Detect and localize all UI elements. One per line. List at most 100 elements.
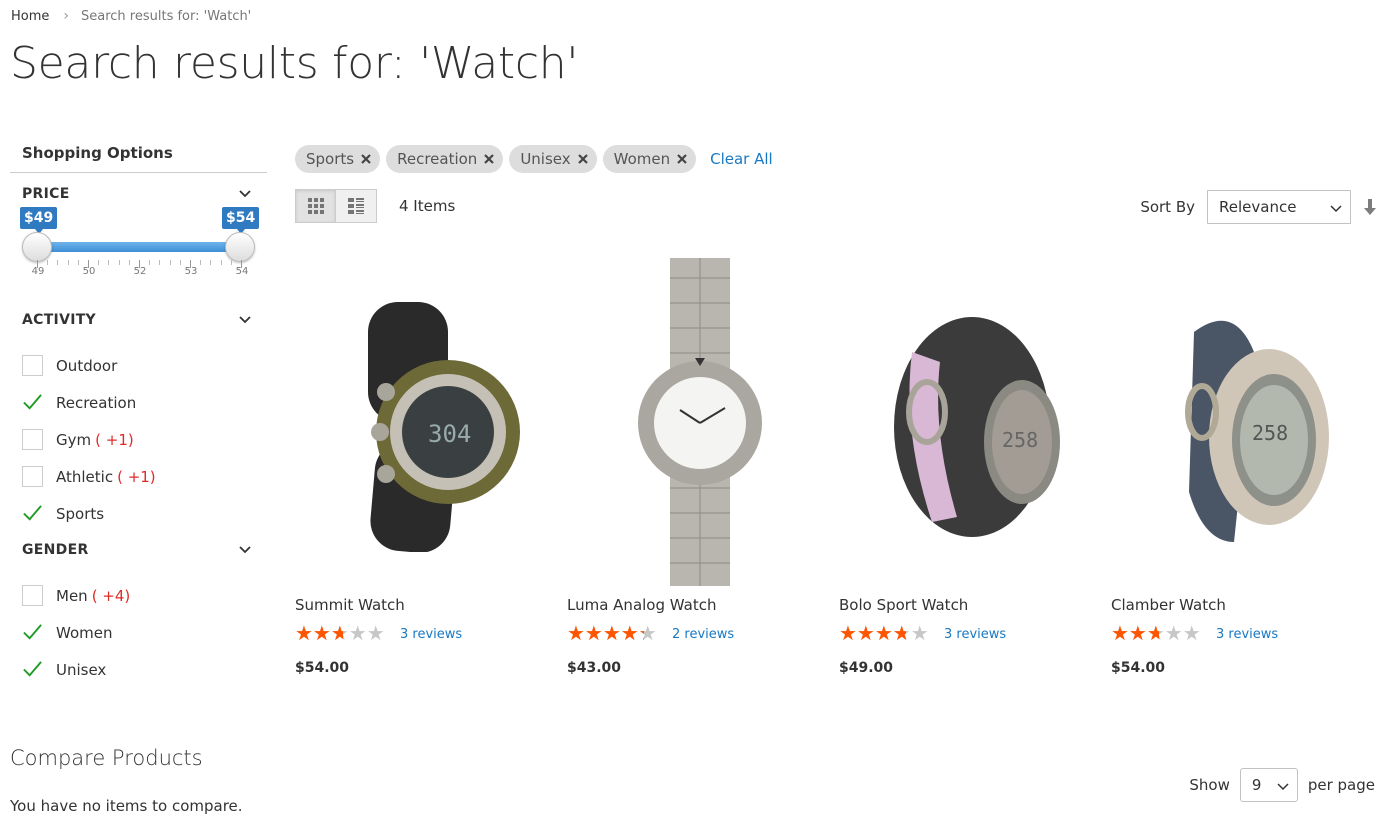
- filter-option-outdoor[interactable]: Outdoor: [10, 347, 267, 384]
- price-slider[interactable]: $49 $54 49 50 52 53 54: [10, 207, 267, 305]
- breadcrumb-separator: ›: [63, 8, 69, 24]
- filter-option-women[interactable]: Women: [10, 614, 267, 651]
- price-scale-label: 54: [235, 266, 249, 277]
- sort-by-label: Sort By: [1140, 198, 1195, 216]
- breadcrumb-home-link[interactable]: Home: [11, 9, 49, 24]
- option-count: ( +1): [95, 430, 134, 449]
- filter-option-gym[interactable]: Gym( +1): [10, 421, 267, 458]
- filter-chip-women[interactable]: Women: [602, 145, 697, 173]
- option-label: Outdoor: [56, 356, 118, 375]
- reviews-link[interactable]: 2 reviews: [672, 627, 734, 642]
- option-label: Recreation: [56, 393, 137, 412]
- price-scale-label: 49: [31, 266, 45, 277]
- checkmark-icon[interactable]: [22, 392, 43, 413]
- price-slider-range: [37, 242, 241, 252]
- product-item: 304 Summit Watch ★★★★★ ★★★★★ 3 reviews $…: [295, 258, 561, 676]
- chip-label: Recreation: [397, 150, 478, 168]
- reviews-link[interactable]: 3 reviews: [400, 627, 462, 642]
- filter-option-athletic[interactable]: Athletic( +1): [10, 458, 267, 495]
- filter-activity-title[interactable]: ACTIVITY: [10, 305, 267, 335]
- clear-all-link[interactable]: Clear All: [710, 150, 773, 168]
- checkbox[interactable]: [22, 466, 43, 487]
- breadcrumb-current: Search results for: 'Watch': [81, 8, 252, 24]
- items-count: 4 Items: [399, 197, 456, 215]
- filter-option-unisex[interactable]: Unisex: [10, 651, 267, 688]
- limiter: Show 9 per page: [1189, 768, 1375, 802]
- active-filters: Sports Recreation Unisex Women Clear All: [295, 145, 773, 173]
- product-item: Luma Analog Watch ★★★★★ ★★★★★ 2 reviews …: [567, 258, 833, 676]
- product-price: $54.00: [1111, 660, 1166, 676]
- product-item: 258 Clamber Watch ★★★★★ ★★★★★ 3 reviews …: [1111, 258, 1377, 676]
- filter-gender-title[interactable]: GENDER: [10, 535, 267, 565]
- product-image[interactable]: [567, 258, 833, 586]
- close-icon[interactable]: [359, 152, 373, 166]
- product-photo: 258: [894, 317, 1060, 537]
- per-page-label: per page: [1307, 776, 1375, 794]
- reviews-link[interactable]: 3 reviews: [1216, 627, 1278, 642]
- reviews-link[interactable]: 3 reviews: [944, 627, 1006, 642]
- option-count: ( +4): [91, 586, 131, 605]
- list-view-button[interactable]: [336, 189, 377, 223]
- price-scale-label: 53: [184, 266, 198, 277]
- chevron-down-icon: [239, 546, 251, 554]
- sort-by-value: Relevance: [1219, 198, 1297, 216]
- limiter-select[interactable]: 9: [1239, 768, 1298, 802]
- close-icon[interactable]: [576, 152, 590, 166]
- product-photo: 258: [1185, 320, 1329, 542]
- filter-chip-unisex[interactable]: Unisex: [509, 145, 597, 173]
- close-icon[interactable]: [482, 152, 496, 166]
- product-item: 258 Bolo Sport Watch ★★★★★ ★★★★★ 3 revie…: [839, 258, 1105, 676]
- product-image[interactable]: 258: [1111, 258, 1377, 586]
- price-max-badge: $54: [222, 207, 260, 234]
- checkmark-icon[interactable]: [22, 622, 43, 643]
- chip-label: Sports: [306, 150, 355, 168]
- product-name[interactable]: Summit Watch: [295, 596, 561, 614]
- close-icon[interactable]: [675, 152, 689, 166]
- product-rating: ★★★★★ ★★★★★ 2 reviews: [567, 621, 833, 645]
- filter-option-recreation[interactable]: Recreation: [10, 384, 267, 421]
- chevron-down-icon: [1277, 783, 1289, 791]
- product-image[interactable]: 258: [839, 258, 1105, 586]
- product-price: $54.00: [295, 660, 350, 676]
- sidebar: Shopping Options PRICE $49 $54 49 50 52 …: [10, 136, 267, 688]
- filter-price-title[interactable]: PRICE: [10, 179, 267, 209]
- rating-stars: ★★★★★ ★★★★★: [839, 621, 929, 645]
- filter-chip-recreation[interactable]: Recreation: [386, 145, 504, 173]
- product-rating: ★★★★★ ★★★★★ 3 reviews: [1111, 623, 1377, 643]
- price-scale-label: 52: [133, 266, 147, 277]
- filter-gender-label: GENDER: [22, 542, 89, 558]
- sort-by-select[interactable]: Relevance: [1207, 190, 1351, 224]
- price-min-handle[interactable]: [22, 232, 52, 262]
- product-name[interactable]: Bolo Sport Watch: [839, 596, 1105, 614]
- price-max-handle[interactable]: [225, 232, 255, 262]
- option-label: Athletic: [56, 467, 114, 486]
- show-label: Show: [1189, 776, 1230, 794]
- checkmark-icon[interactable]: [22, 659, 43, 680]
- product-photo: [638, 258, 762, 586]
- svg-text:258: 258: [1002, 428, 1038, 452]
- product-name[interactable]: Luma Analog Watch: [567, 596, 833, 614]
- option-count: ( +1): [117, 467, 156, 486]
- filter-option-sports[interactable]: Sports: [10, 495, 267, 532]
- grid-view-button[interactable]: [295, 189, 336, 223]
- product-name[interactable]: Clamber Watch: [1111, 596, 1377, 614]
- sort-direction-arrow-icon[interactable]: [1363, 198, 1377, 216]
- shopping-options-title: Shopping Options: [10, 136, 267, 173]
- filter-activity-label: ACTIVITY: [22, 312, 96, 328]
- product-rating: ★★★★★ ★★★★★ 3 reviews: [839, 621, 1105, 645]
- sorter: Sort By Relevance: [1140, 190, 1377, 224]
- checkmark-icon[interactable]: [22, 503, 43, 524]
- checkbox[interactable]: [22, 585, 43, 606]
- option-label: Women: [56, 623, 113, 642]
- svg-text:258: 258: [1252, 421, 1288, 445]
- page-title: Search results for: 'Watch': [10, 38, 579, 89]
- option-label: Gym: [56, 430, 92, 449]
- filter-option-men[interactable]: Men( +4): [10, 577, 267, 614]
- checkbox[interactable]: [22, 429, 43, 450]
- product-image[interactable]: 304: [295, 258, 561, 586]
- limiter-value: 9: [1251, 776, 1262, 794]
- product-rating: ★★★★★ ★★★★★ 3 reviews: [295, 623, 561, 643]
- rating-stars: ★★★★★ ★★★★★: [567, 621, 657, 645]
- checkbox[interactable]: [22, 355, 43, 376]
- filter-chip-sports[interactable]: Sports: [295, 145, 381, 173]
